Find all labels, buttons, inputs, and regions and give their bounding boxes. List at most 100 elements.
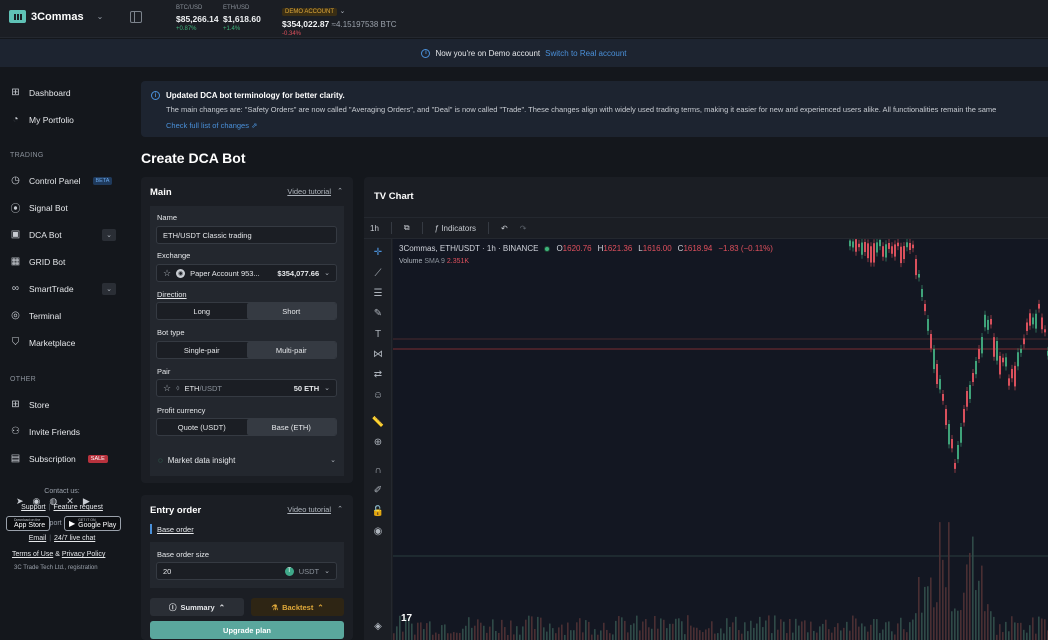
ticker-label: BTC/USD <box>176 5 203 11</box>
ticker-eth: ETH/USD $1,618.60 +1.4% <box>223 5 261 32</box>
brand-logo[interactable]: 3Commas ⌄ <box>9 10 103 23</box>
redo-icon[interactable]: ↷ <box>520 224 527 233</box>
exchange-select[interactable]: ☆ ◉ Paper Account 953... $354,077.66 ⌄ <box>156 264 337 282</box>
backtest-button[interactable]: ⚗ Backtest ⌃ <box>251 598 344 616</box>
profit-currency-toggle: Quote (USDT) Base (ETH) <box>156 418 337 436</box>
sidebar-item-portfolio[interactable]: ◔ My Portfolio <box>10 114 116 125</box>
volume-sma: SMA 9 <box>424 258 445 265</box>
video-tutorial-link[interactable]: Video tutorial <box>287 187 331 196</box>
trend-line-icon[interactable]: ⟋ <box>371 266 385 280</box>
notice-text: Now you're on Demo account <box>435 48 541 58</box>
account-selector[interactable]: DEMO ACCOUNT ⌄ $354,022.87 ≈4.15197538 B… <box>282 5 397 37</box>
collapse-icon[interactable]: ⌃ <box>337 187 343 195</box>
sidebar-item-grid-bot[interactable]: ▦ GRID Bot <box>10 256 116 267</box>
star-icon[interactable]: ☆ <box>163 268 171 279</box>
sidebar-item-store[interactable]: ⊞ Store <box>10 399 116 410</box>
ruler-icon[interactable]: 📏 <box>371 415 385 429</box>
changes-link[interactable]: Check full list of changes ⇗ <box>166 121 257 130</box>
brush-icon[interactable]: ✎ <box>371 306 385 320</box>
star-icon[interactable]: ☆ <box>163 383 171 394</box>
expand-smarttrade-icon[interactable]: ⌄ <box>102 282 116 295</box>
emoji-icon[interactable]: ☺ <box>371 388 385 402</box>
sidebar-item-marketplace[interactable]: ⛉ Marketplace <box>10 337 116 348</box>
direction-short[interactable]: Short <box>246 303 336 319</box>
base-order-size-label: Base order size <box>157 550 210 559</box>
logo-icon <box>9 10 26 23</box>
signal-icon: ⦿ <box>10 204 21 215</box>
market-insight-label: Market data insight <box>167 455 236 465</box>
collapse-icon[interactable]: ⌃ <box>337 505 343 513</box>
cart-icon: ⛉ <box>11 337 20 348</box>
low-value: 1616.00 <box>642 244 672 253</box>
undo-icon[interactable]: ↶ <box>501 224 508 233</box>
bot-type-single[interactable]: Single-pair <box>157 342 247 358</box>
bot-type-multi[interactable]: Multi-pair <box>246 342 336 358</box>
text-tool-icon[interactable]: T <box>371 327 385 341</box>
base-order-size-input[interactable]: 20 T USDT ⌄ <box>156 562 337 580</box>
reddit-icon[interactable]: ◍ <box>49 496 57 507</box>
sidebar-item-dashboard[interactable]: ⊞ Dashboard <box>10 87 116 98</box>
expand-dca-icon[interactable]: ⌄ <box>102 228 116 241</box>
eye-icon[interactable]: ◉ <box>371 524 385 538</box>
email-link[interactable]: Email <box>29 535 47 542</box>
chevron-down-icon[interactable]: ⌄ <box>324 567 330 575</box>
sidebar-item-label: DCA Bot <box>29 229 62 240</box>
magnet-icon[interactable]: ∩ <box>371 463 385 477</box>
upgrade-plan-button[interactable]: Upgrade plan <box>150 621 344 639</box>
discord-icon[interactable]: ◉ <box>33 496 41 507</box>
sidebar-item-signal-bot[interactable]: ⦿ Signal Bot <box>10 202 116 216</box>
sidebar-item-dca-bot[interactable]: ▣ DCA Bot ⌄ <box>10 228 116 241</box>
bot-name-input[interactable]: ETH/USDT Classic trading <box>156 226 337 244</box>
terms-link[interactable]: Terms of Use <box>12 551 53 558</box>
chevron-down-icon: ⌄ <box>324 385 330 392</box>
x-icon[interactable]: ✕ <box>66 496 74 507</box>
live-chat-link[interactable]: 24/7 live chat <box>54 535 95 542</box>
app-store-button[interactable]: Download on the App Store <box>6 516 51 531</box>
market-insight-toggle[interactable]: ◌ Market data insight ⌄ <box>150 449 344 471</box>
fib-icon[interactable]: ☰ <box>371 286 385 300</box>
sidebar-item-subscription[interactable]: ▤ Subscription SALE <box>10 453 116 464</box>
pair-select[interactable]: ☆ ⬨ ETH/USDT 50 ETH ⌄ <box>156 379 337 397</box>
lock-drawing-icon[interactable]: ✐ <box>371 483 385 497</box>
price-chart[interactable]: 3Commas, ETH/USDT · 1h · BINANCE O1620.7… <box>393 239 1048 640</box>
sidebar-toggle-icon[interactable] <box>130 11 142 23</box>
layers-icon[interactable]: ◈ <box>371 619 385 633</box>
switch-real-link[interactable]: Switch to Real account <box>545 49 626 58</box>
banner-body: The main changes are: "Safety Orders" ar… <box>166 105 997 114</box>
sidebar-item-label: Control Panel <box>29 175 81 186</box>
forecast-icon[interactable]: ⇄ <box>371 367 385 381</box>
profit-base[interactable]: Base (ETH) <box>246 419 336 435</box>
page-title: Create DCA Bot <box>141 150 246 166</box>
direction-long[interactable]: Long <box>157 303 247 319</box>
sidebar-item-smarttrade[interactable]: ∞ SmartTrade ⌄ <box>10 282 116 295</box>
zoom-in-icon[interactable]: ⊕ <box>371 435 385 449</box>
google-play-button[interactable]: ▶ GET IT ON Google Play <box>64 516 122 531</box>
high-value: 1621.36 <box>603 244 633 253</box>
chevron-down-icon[interactable]: ⌄ <box>340 8 346 15</box>
sidebar-item-control-panel[interactable]: ◷ Control Panel BETA <box>10 175 116 186</box>
chevron-down-icon[interactable]: ⌄ <box>97 12 104 21</box>
crosshair-icon[interactable]: ✛ <box>371 245 385 259</box>
candle-type-icon[interactable]: ⧉ <box>404 223 410 233</box>
profit-quote[interactable]: Quote (USDT) <box>157 419 247 435</box>
sidebar-item-terminal[interactable]: ◎ Terminal <box>10 310 116 321</box>
info-icon: i <box>421 48 431 58</box>
tv-chart-panel: TV Chart 1h ⧉ ƒ Indicators ↶ ↷ ✛ ⟋ ☰ ✎ T… <box>364 177 1048 640</box>
bot-type-label: Bot type <box>157 328 185 337</box>
pattern-icon[interactable]: ⋈ <box>371 347 385 361</box>
interval-selector[interactable]: 1h <box>370 224 379 233</box>
lock-icon[interactable]: 🔓 <box>371 504 385 518</box>
indicators-label: Indicators <box>441 223 476 233</box>
summary-button[interactable]: ⓘ Summary ⌃ <box>150 598 244 616</box>
youtube-icon[interactable]: ▶ <box>83 496 90 507</box>
sidebar-item-label: Dashboard <box>29 87 71 98</box>
account-balance: $354,022.87 <box>282 19 330 29</box>
video-tutorial-link[interactable]: Video tutorial <box>287 505 331 514</box>
flask-icon: ⚗ <box>271 602 279 612</box>
privacy-link[interactable]: Privacy Policy <box>62 551 106 558</box>
indicators-button[interactable]: ƒ Indicators <box>435 224 476 233</box>
sidebar-item-invite[interactable]: ⚇ Invite Friends <box>10 426 116 437</box>
external-link-icon: ⇗ <box>251 121 258 130</box>
telegram-icon[interactable]: ➤ <box>16 496 24 507</box>
account-change: -0.34% <box>282 31 302 37</box>
